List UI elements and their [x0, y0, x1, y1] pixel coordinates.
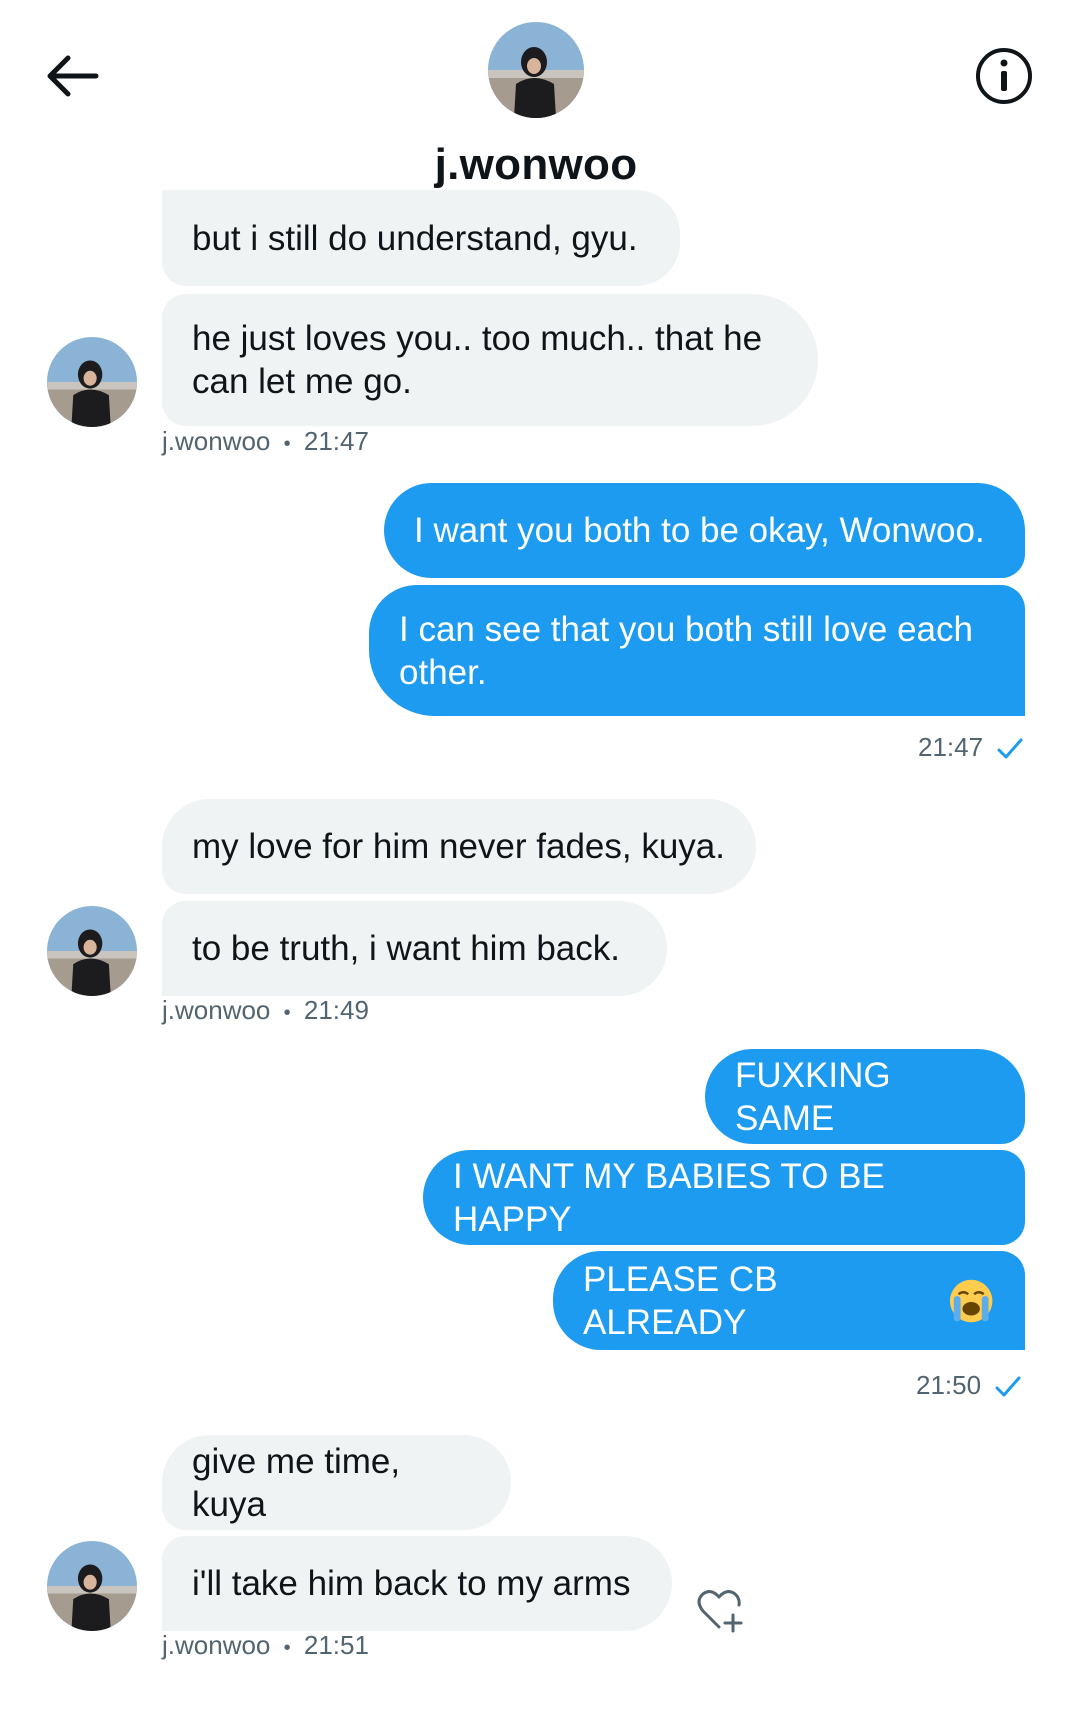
- message-bubble-outgoing[interactable]: I WANT MY BABIES TO BE HAPPY: [423, 1150, 1025, 1245]
- message-meta: 21:50: [916, 1370, 1022, 1401]
- sender-name[interactable]: j.wonwoo: [162, 426, 270, 456]
- conversation-header: j.wonwoo: [0, 0, 1080, 200]
- contact-name[interactable]: j.wonwoo: [0, 140, 1072, 190]
- avatar-photo: [47, 1541, 137, 1631]
- message-meta: j.wonwoo • 21:51: [162, 1630, 369, 1661]
- separator-dot: •: [283, 433, 291, 455]
- timestamp: 21:49: [303, 995, 369, 1025]
- message-bubble-incoming[interactable]: he just loves you.. too much.. that he c…: [162, 294, 818, 426]
- message-text: give me time, kuya: [192, 1441, 401, 1524]
- message-meta: 21:47: [918, 732, 1024, 763]
- avatar-photo: [47, 337, 137, 427]
- sender-name[interactable]: j.wonwoo: [162, 1630, 270, 1660]
- timestamp: 21:47: [303, 426, 369, 456]
- arrow-left-icon: [47, 55, 99, 97]
- info-circle-icon: [976, 48, 1032, 104]
- heart-plus-icon: [697, 1590, 743, 1633]
- message-bubble-incoming[interactable]: i'll take him back to my arms: [162, 1536, 672, 1631]
- message-text: he just loves you.. too much.. that he c…: [192, 319, 763, 401]
- message-text: to be truth, i want him back.: [192, 929, 620, 968]
- timestamp: 21:51: [303, 1630, 369, 1660]
- message-bubble-outgoing[interactable]: I can see that you both still love each …: [369, 585, 1025, 716]
- message-text: FUXKING SAME: [735, 1055, 891, 1138]
- message-text: I WANT MY BABIES TO BE HAPPY: [453, 1156, 885, 1239]
- message-bubble-incoming[interactable]: to be truth, i want him back.: [162, 901, 667, 996]
- message-bubble-outgoing[interactable]: PLEASE CB ALREADY: [553, 1251, 1025, 1350]
- message-bubble-incoming[interactable]: my love for him never fades, kuya.: [162, 799, 756, 894]
- separator-dot: •: [283, 1637, 291, 1659]
- avatar-photo: [47, 906, 137, 996]
- message-bubble-outgoing[interactable]: FUXKING SAME: [705, 1049, 1025, 1144]
- message-text: PLEASE CB ALREADY: [583, 1259, 778, 1342]
- message-bubble-incoming[interactable]: give me time, kuya: [162, 1435, 511, 1530]
- loudly-crying-face-emoji: [949, 1279, 993, 1322]
- react-button[interactable]: [690, 1580, 750, 1640]
- sender-avatar[interactable]: [47, 1541, 137, 1631]
- message-meta: j.wonwoo • 21:47: [162, 426, 369, 457]
- message-text: but i still do understand, gyu.: [192, 218, 638, 258]
- sent-check-icon: [995, 1376, 1021, 1397]
- message-bubble-incoming[interactable]: but i still do understand, gyu.: [162, 190, 680, 286]
- message-meta: j.wonwoo • 21:49: [162, 995, 369, 1026]
- message-text: my love for him never fades, kuya.: [192, 827, 725, 866]
- message-text: i'll take him back to my arms: [192, 1564, 631, 1603]
- timestamp: 21:50: [916, 1370, 982, 1400]
- conversation-info-button[interactable]: [968, 40, 1040, 112]
- message-text: I want you both to be okay, Wonwoo.: [414, 511, 985, 550]
- sender-avatar[interactable]: [47, 337, 137, 427]
- message-text: I can see that you both still love each …: [399, 609, 973, 692]
- header-avatar[interactable]: [488, 22, 584, 118]
- sent-check-icon: [997, 738, 1023, 759]
- separator-dot: •: [283, 1002, 291, 1024]
- timestamp: 21:47: [918, 732, 984, 762]
- sender-avatar[interactable]: [47, 906, 137, 996]
- avatar-photo: [488, 22, 584, 118]
- sender-name[interactable]: j.wonwoo: [162, 995, 270, 1025]
- message-bubble-outgoing[interactable]: I want you both to be okay, Wonwoo.: [384, 483, 1025, 578]
- back-button[interactable]: [36, 40, 108, 112]
